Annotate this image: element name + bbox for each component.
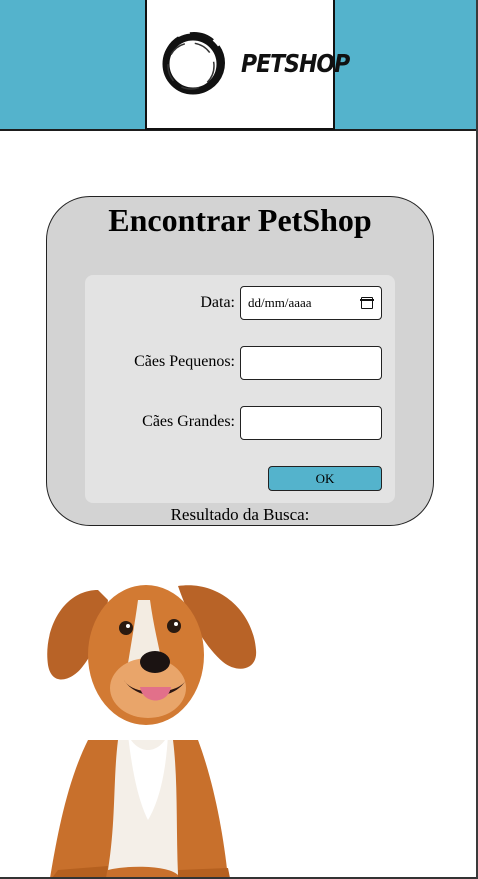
large-dogs-input[interactable] [240,406,382,440]
date-label: Data: [200,294,235,311]
ok-button[interactable]: OK [268,466,382,491]
large-dogs-label: Cães Grandes: [142,413,235,430]
logo-text: PETSHOP [241,50,350,79]
small-dogs-label: Cães Pequenos: [134,353,235,370]
calendar-icon[interactable] [360,297,374,309]
result-label: Resultado da Busca: [170,505,310,524]
dog-image [47,585,257,878]
page-title: Encontrar PetShop [108,202,372,238]
small-dogs-input[interactable] [240,346,382,380]
search-card: Encontrar PetShop Data: dd/mm/aaaa Cães … [46,196,434,526]
logo[interactable]: PETSHOP [145,0,350,130]
search-form: Data: dd/mm/aaaa Cães Pequenos: Cães Gra… [85,275,395,503]
header: PETSHOP [0,0,478,131]
date-input[interactable]: dd/mm/aaaa [240,286,382,320]
